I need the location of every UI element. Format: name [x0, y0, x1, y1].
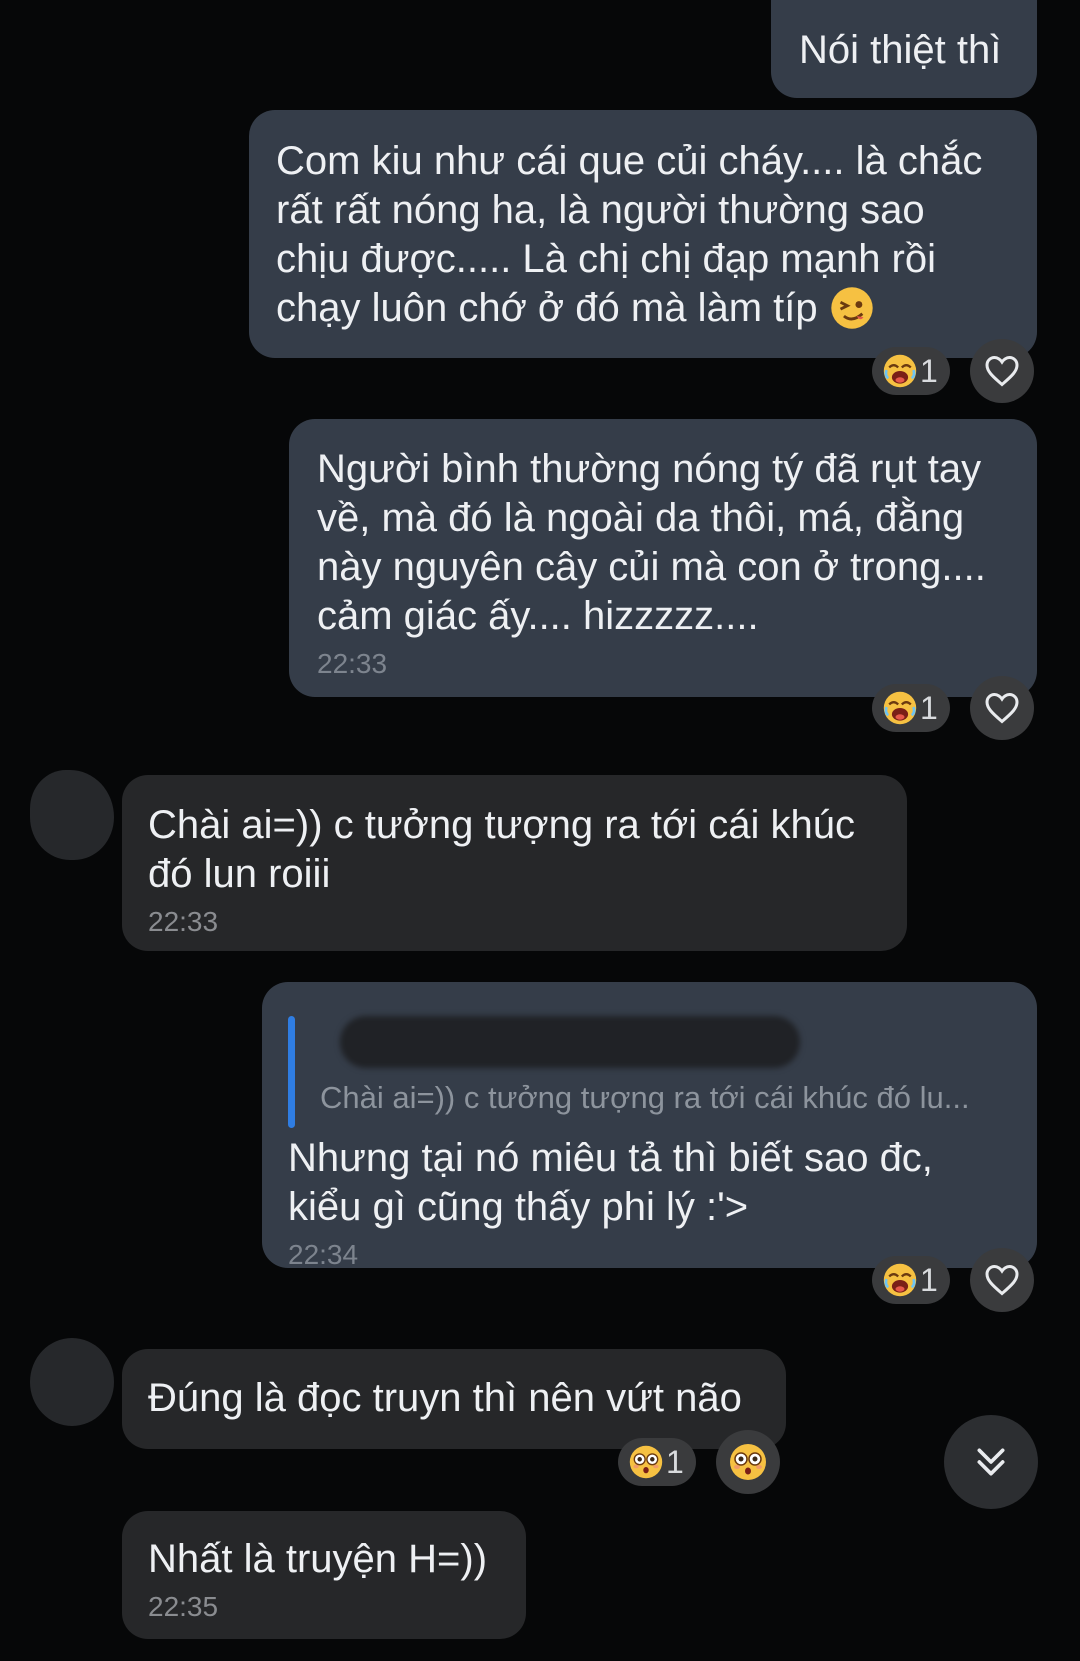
laughing-face-icon	[882, 353, 918, 389]
react-heart-button[interactable]	[970, 1248, 1034, 1312]
message-bubble[interactable]: Người bình thường nóng tý đã rụt tay về,…	[289, 419, 1037, 697]
reaction-count-value: 1	[920, 1261, 938, 1298]
avatar[interactable]	[30, 770, 114, 860]
reaction-count-value: 1	[920, 352, 938, 389]
heart-outline-icon	[985, 692, 1019, 724]
message-bubble[interactable]: Đúng là đọc truyn thì nên vứt não	[122, 1349, 786, 1449]
message-text: Com kiu như cái que củi cháy.... là chắc…	[276, 139, 994, 330]
reaction-count-value: 1	[920, 689, 938, 726]
message-text: Nói thiệt thì	[799, 28, 1002, 72]
quote-text: Chài ai=)) c tưởng tượng ra tới cái khúc…	[320, 1080, 970, 1115]
reaction-count-value: 1	[666, 1443, 684, 1480]
react-heart-button[interactable]	[970, 676, 1034, 740]
reaction-count[interactable]: 1	[618, 1438, 696, 1486]
reaction-count[interactable]: 1	[872, 1256, 950, 1304]
message-bubble[interactable]: Com kiu như cái que củi cháy.... là chắc…	[249, 110, 1037, 358]
heart-outline-icon	[985, 355, 1019, 387]
message-timestamp: 22:35	[148, 1591, 219, 1622]
message-text: Người bình thường nóng tý đã rụt tay về,…	[317, 447, 997, 638]
reaction-count[interactable]: 1	[872, 347, 950, 395]
react-emoji-button[interactable]	[716, 1430, 780, 1494]
message-bubble[interactable]: Chài ai=)) c tưởng tượng ra tới cái khúc…	[122, 775, 907, 951]
heart-outline-icon	[985, 1264, 1019, 1296]
message-text: Đúng là đọc truyn thì nên vứt não	[148, 1376, 742, 1420]
message-text: Nhưng tại nó miêu tả thì biết sao đc, ki…	[288, 1136, 945, 1229]
message-text: Nhất là truyện H=))	[148, 1537, 488, 1581]
laughing-face-icon	[882, 1262, 918, 1298]
avatar[interactable]	[30, 1338, 114, 1426]
message-bubble[interactable]: Chài ai=)) c tưởng tượng ra tới cái khúc…	[262, 982, 1037, 1270]
quote-sender-redacted	[340, 1016, 800, 1068]
flushed-face-icon	[728, 1442, 768, 1482]
message-bubble[interactable]: Nhất là truyện H=)) 22:35	[122, 1511, 526, 1639]
flushed-face-icon	[628, 1444, 664, 1480]
winking-face-icon	[831, 287, 873, 329]
reaction-count[interactable]: 1	[872, 684, 950, 732]
message-timestamp: 22:33	[148, 906, 219, 937]
double-chevron-down-icon	[977, 1448, 1005, 1476]
message-timestamp: 22:33	[317, 648, 388, 679]
message-bubble[interactable]: Nói thiệt thì	[771, 0, 1037, 98]
quote-bar	[288, 1016, 295, 1128]
laughing-face-icon	[882, 690, 918, 726]
message-text: Chài ai=)) c tưởng tượng ra tới cái khúc…	[148, 803, 867, 896]
scroll-to-bottom-button[interactable]	[944, 1415, 1038, 1509]
react-heart-button[interactable]	[970, 339, 1034, 403]
reply-quote[interactable]: Chài ai=)) c tưởng tượng ra tới cái khúc…	[288, 1016, 1011, 1128]
